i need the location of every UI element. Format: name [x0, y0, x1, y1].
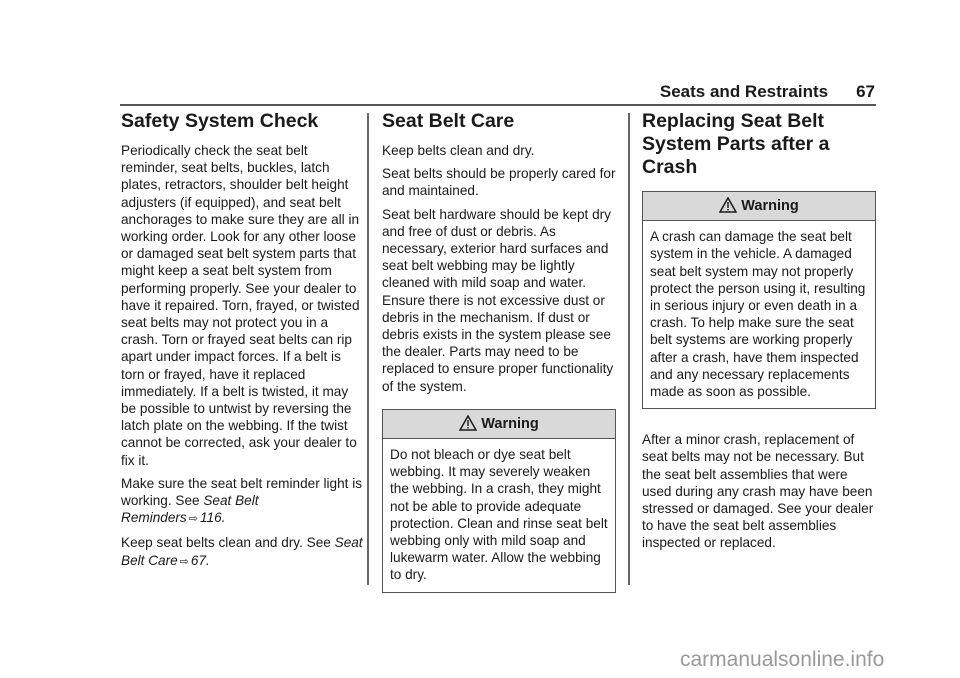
warning-label: Warning: [741, 198, 799, 214]
warning-box: Warning A crash can damage the seat belt…: [642, 191, 876, 410]
warning-triangle-icon: [458, 414, 478, 431]
page-ref-arrow-icon: ⇨: [188, 513, 198, 526]
paragraph: Make sure the seat belt reminder light i…: [121, 475, 363, 526]
section-heading: Safety System Check: [121, 110, 319, 132]
page-ref-number[interactable]: 67: [191, 553, 206, 568]
warning-body: Do not bleach or dye seat belt webbing. …: [390, 447, 608, 583]
paragraph: Seat belts should be properly cared for …: [382, 166, 616, 199]
column-safety-system-check: Safety System Check Periodically check t…: [121, 110, 363, 577]
column-seat-belt-care: Seat Belt Care Keep belts clean and dry.…: [382, 110, 616, 593]
paragraph: Seat belt hardware should be kept dry an…: [382, 206, 614, 394]
section-heading: Replacing Seat Belt System Parts after a…: [642, 110, 830, 178]
section-heading: Seat Belt Care: [382, 110, 515, 132]
header-rule: [120, 104, 876, 106]
paragraph: Periodically check the seat belt reminde…: [121, 143, 360, 468]
warning-header: Warning: [383, 409, 615, 440]
warning-box: Warning Do not bleach or dye seat belt w…: [382, 408, 616, 593]
watermark: carmanualsonline.info: [680, 648, 885, 671]
column-divider: [367, 113, 369, 585]
paragraph: Keep belts clean and dry.: [382, 143, 535, 158]
section-title: Seats and Restraints: [659, 82, 829, 101]
page-number: 67: [856, 82, 875, 101]
page-ref-arrow-icon: ⇨: [179, 555, 189, 568]
page-ref-number[interactable]: 116: [200, 510, 222, 525]
warning-triangle-icon: [718, 196, 738, 213]
warning-label: Warning: [481, 415, 539, 432]
page-header: Seats and Restraints 67: [620, 82, 875, 102]
column-divider: [628, 113, 630, 585]
warning-body: A crash can damage the seat belt system …: [650, 229, 866, 400]
paragraph: After a minor crash, replacement of seat…: [642, 432, 874, 551]
paragraph: Keep seat belts clean and dry. See Seat …: [121, 535, 363, 568]
paragraph-text: Keep seat belts clean and dry. See: [121, 535, 335, 551]
column-replacing-parts: Replacing Seat Belt System Parts after a…: [642, 110, 876, 558]
warning-header: Warning: [643, 192, 875, 222]
